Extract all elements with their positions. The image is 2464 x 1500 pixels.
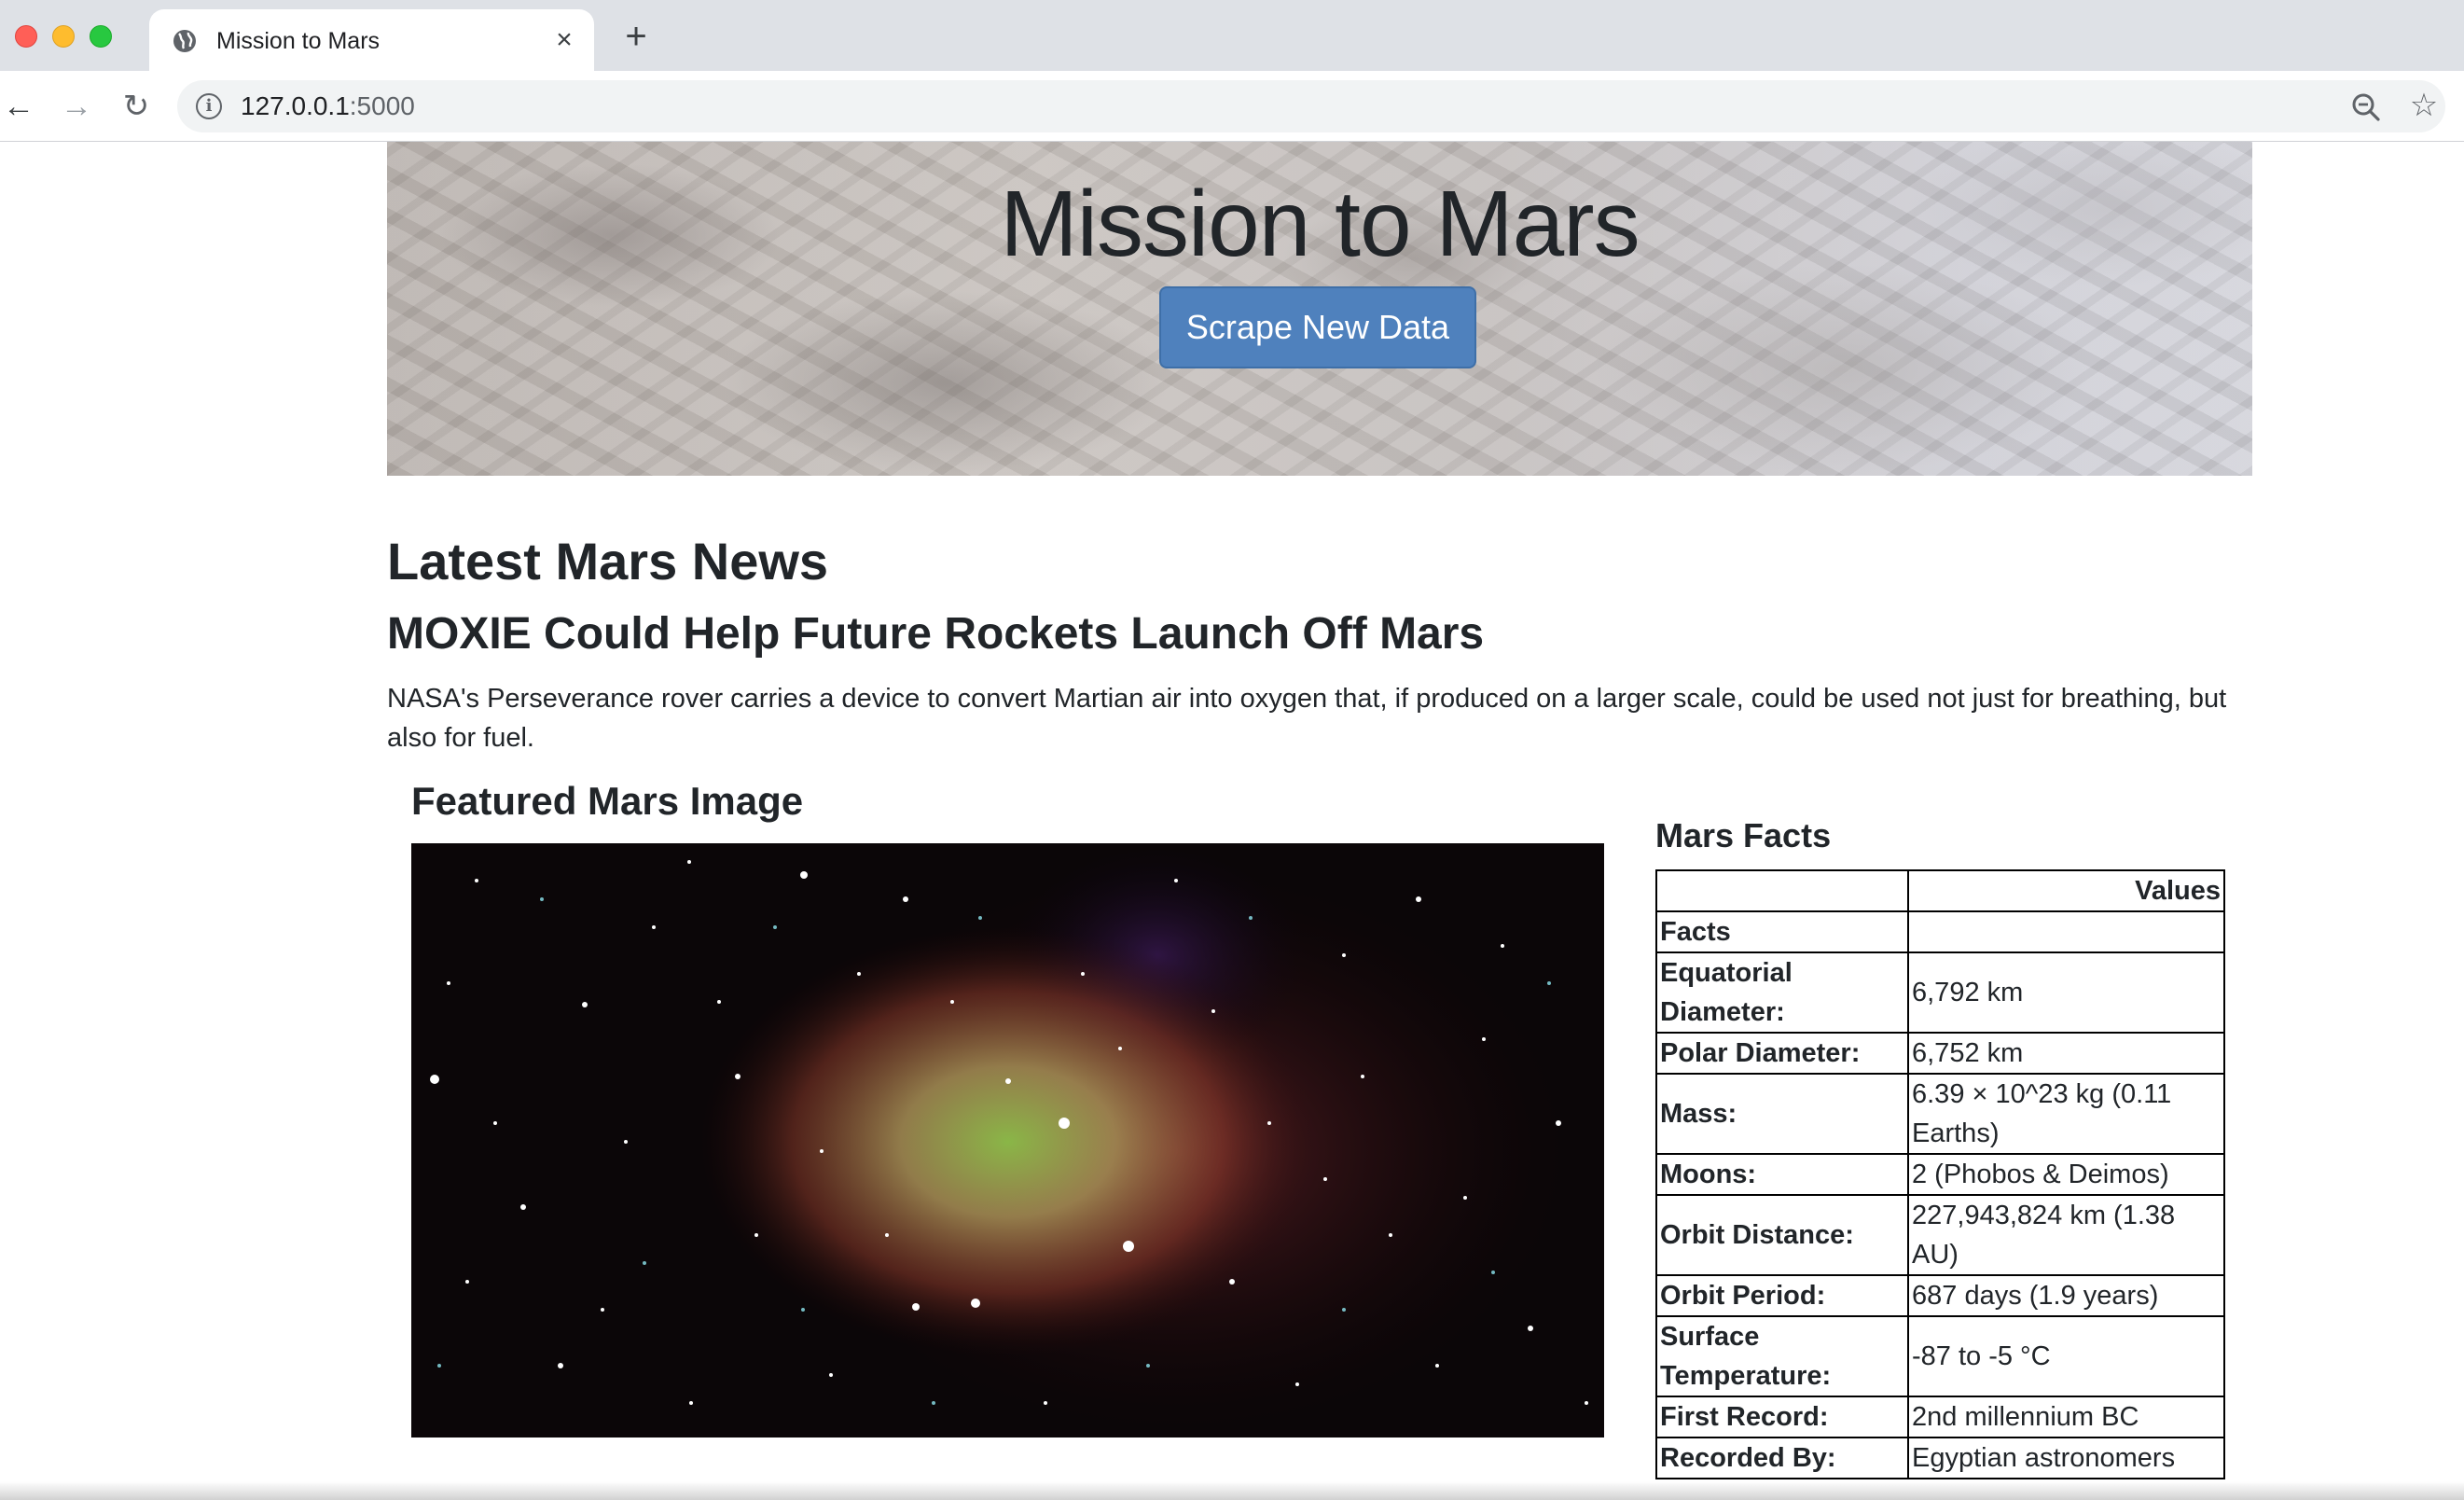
browser-tab-active[interactable]: Mission to Mars × [149, 9, 594, 71]
table-empty-cell [1907, 910, 2225, 953]
fact-key: Mass: [1655, 1073, 1909, 1155]
fact-key: First Record: [1655, 1396, 1909, 1438]
facts-index-label: Facts [1655, 910, 1909, 953]
page-title: Mission to Mars [1000, 172, 1640, 276]
url-host: 127.0.0.1 [241, 91, 350, 120]
fact-value: Egyptian astronomers [1907, 1437, 2225, 1479]
reload-icon[interactable]: ↻ [118, 88, 155, 125]
window-close-button[interactable] [15, 25, 37, 48]
back-arrow-icon[interactable]: ← [0, 88, 37, 125]
table-row: Moons: 2 (Phobos & Deimos) [1655, 1153, 2225, 1196]
fact-key: Orbit Distance: [1655, 1194, 1909, 1276]
mars-facts-heading: Mars Facts [1655, 816, 1832, 854]
values-column-header: Values [1907, 869, 2225, 912]
table-row: Recorded By: Egyptian astronomers [1655, 1437, 2225, 1479]
zoom-out-icon[interactable] [2350, 91, 2382, 123]
featured-mars-image [411, 843, 1604, 1438]
close-icon[interactable]: × [550, 26, 578, 54]
featured-image-heading: Featured Mars Image [411, 779, 804, 823]
globe-icon [173, 30, 196, 52]
news-title: MOXIE Could Help Future Rockets Launch O… [387, 609, 1485, 659]
fact-key: Moons: [1655, 1153, 1909, 1196]
fact-value: 2nd millennium BC [1907, 1396, 2225, 1438]
forward-arrow-icon[interactable]: → [58, 88, 95, 125]
table-row: Surface Temperature: -87 to -5 °C [1655, 1315, 2225, 1397]
fact-value: 6,752 km [1907, 1032, 2225, 1075]
browser-tab-strip: Mission to Mars × + [0, 0, 2464, 71]
table-row: Orbit Period: 687 days (1.9 years) [1655, 1274, 2225, 1317]
fact-key: Equatorial Diameter: [1655, 951, 1909, 1034]
table-row: Mass: 6.39 × 10^23 kg (0.11 Earths) [1655, 1073, 2225, 1155]
address-bar[interactable]: i 127.0.0.1:5000 ☆ [177, 80, 2445, 132]
fact-value: 227,943,824 km (1.38 AU) [1907, 1194, 2225, 1276]
scrape-new-data-button[interactable]: Scrape New Data [1159, 286, 1476, 368]
info-icon[interactable]: i [196, 93, 222, 119]
window-maximize-button[interactable] [90, 25, 112, 48]
table-row: Orbit Distance: 227,943,824 km (1.38 AU) [1655, 1194, 2225, 1276]
fact-key: Surface Temperature: [1655, 1315, 1909, 1397]
fact-key: Orbit Period: [1655, 1274, 1909, 1317]
news-paragraph: NASA's Perseverance rover carries a devi… [387, 684, 2227, 753]
tab-title: Mission to Mars [216, 28, 381, 54]
fact-key: Polar Diameter: [1655, 1032, 1909, 1075]
table-index-row: Facts [1655, 910, 2225, 953]
fact-value: 2 (Phobos & Deimos) [1907, 1153, 2225, 1196]
table-row: Polar Diameter: 6,752 km [1655, 1032, 2225, 1075]
fact-value: 6,792 km [1907, 951, 2225, 1034]
table-row: Equatorial Diameter: 6,792 km [1655, 951, 2225, 1034]
window-minimize-button[interactable] [52, 25, 75, 48]
jumbotron-banner: Mission to Mars Scrape New Data [387, 142, 2252, 476]
table-row: First Record: 2nd millennium BC [1655, 1396, 2225, 1438]
fact-value: 6.39 × 10^23 kg (0.11 Earths) [1907, 1073, 2225, 1155]
fact-key: Recorded By: [1655, 1437, 1909, 1479]
fact-value: -87 to -5 °C [1907, 1315, 2225, 1397]
mars-facts-table: Values Facts Equatorial Diameter: 6,792 … [1655, 869, 2225, 1479]
url-port: :5000 [349, 91, 415, 120]
table-corner-cell [1655, 869, 1909, 912]
window-bottom-shadow [0, 1481, 2464, 1500]
plus-icon[interactable]: + [619, 18, 653, 55]
latest-news-heading: Latest Mars News [387, 532, 829, 590]
table-header-row: Values [1655, 869, 2225, 912]
star-icon[interactable]: ☆ [2408, 90, 2440, 121]
url-text[interactable]: 127.0.0.1:5000 [241, 92, 415, 120]
fact-value: 687 days (1.9 years) [1907, 1274, 2225, 1317]
browser-toolbar: ← → ↻ i 127.0.0.1:5000 ☆ [0, 71, 2464, 142]
